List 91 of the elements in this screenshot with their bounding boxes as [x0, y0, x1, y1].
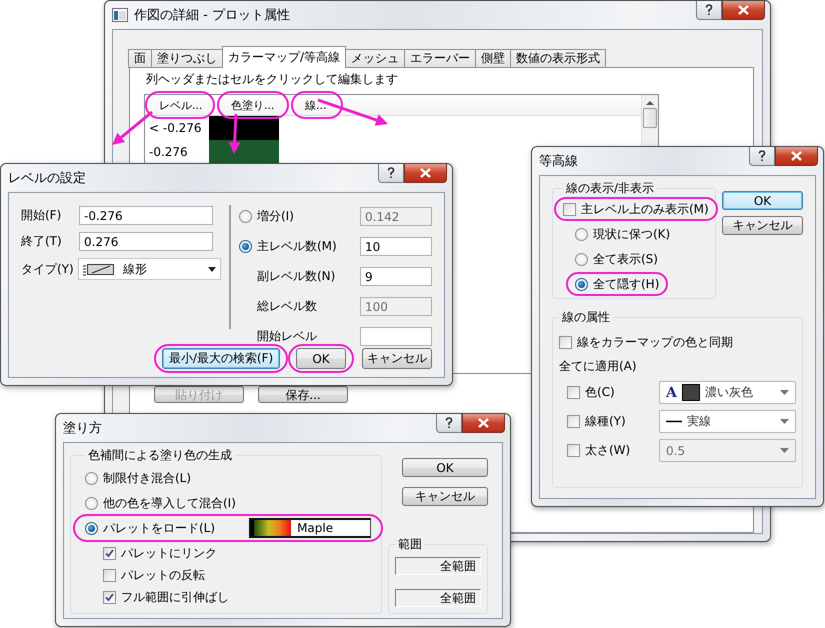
checkbox[interactable]: フル範囲に引伸ばし — [103, 587, 372, 607]
pointer-arrow — [228, 114, 241, 154]
find-min-max-button[interactable]: 最小/最大の検索(F) — [162, 348, 280, 369]
pointer-arrow — [318, 98, 388, 126]
tab[interactable]: エラーバー — [404, 49, 476, 68]
dialog-title: 塗り方 — [63, 420, 103, 437]
checkbox[interactable]: パレットの反転 — [103, 565, 372, 585]
checkmark-icon — [105, 548, 114, 558]
close-button[interactable] — [722, 1, 765, 20]
tab[interactable]: カラーマップ/等高線 — [222, 46, 346, 68]
palette-dropdown[interactable]: Maple — [249, 518, 372, 538]
line-type-dropdown[interactable]: 実線 — [659, 410, 796, 433]
ok-button[interactable]: OK — [296, 348, 346, 369]
type-dropdown[interactable]: 線形 — [78, 258, 221, 280]
hint-text: 列ヘッダまたはセルをクリックして編集します — [145, 71, 399, 88]
checkbox[interactable]: パレットにリンク — [103, 543, 372, 563]
number-field[interactable]: 9 — [360, 267, 432, 286]
field-label: 総レベル数 — [256, 298, 318, 315]
dialog-title: 等高線 — [539, 153, 579, 170]
ok-button[interactable]: OK — [402, 458, 488, 477]
radio-button[interactable]: 他の色を導入して混合(I) — [85, 493, 236, 513]
group-title: 線の表示/非表示 — [565, 180, 656, 197]
save-button[interactable]: 保存... — [258, 386, 348, 403]
number-field[interactable]: 0.276 — [79, 232, 213, 251]
checkbox[interactable]: 線種(Y) — [567, 412, 659, 432]
close-icon — [791, 151, 802, 161]
column-header[interactable]: 線... — [301, 95, 333, 115]
tab[interactable]: 塗りつぶし — [151, 49, 223, 68]
column-header[interactable]: 色塗り... — [227, 95, 279, 115]
group-title: 範囲 — [397, 536, 423, 553]
tab[interactable]: メッシュ — [345, 49, 406, 68]
radio-button[interactable]: 主レベル数(M) — [239, 237, 360, 256]
close-button[interactable] — [404, 164, 447, 183]
dropdown-arrow-icon — [780, 448, 789, 453]
scroll-up-icon[interactable] — [646, 100, 654, 106]
radio-button[interactable]: 全て表示(S) — [575, 251, 658, 267]
column-header[interactable]: レベル... — [155, 95, 205, 115]
field-label: タイプ(Y) — [21, 260, 75, 278]
level-cell-text: -0.276 — [148, 144, 189, 161]
field-label: 開始(F) — [21, 207, 62, 224]
help-button[interactable] — [378, 164, 404, 183]
dropdown-arrow-icon — [780, 390, 789, 395]
help-button[interactable] — [696, 1, 722, 20]
range-field[interactable]: 全範囲 — [395, 557, 481, 575]
help-icon — [705, 4, 713, 16]
cancel-button[interactable]: キャンセル — [722, 216, 803, 235]
window-title: 作図の詳細 - プロット属性 — [134, 7, 291, 24]
checkmark-icon — [105, 592, 114, 602]
dropdown-arrow-icon — [780, 419, 789, 424]
dialog-title: レベルの設定 — [8, 170, 87, 187]
group-title: 色補間による塗り色の生成 — [87, 447, 233, 464]
tab[interactable]: 面 — [128, 49, 152, 68]
checkbox[interactable]: 線をカラーマップの色と同期 — [559, 332, 796, 352]
cancel-button[interactable]: キャンセル — [402, 487, 488, 506]
color-dropdown[interactable]: A 濃い灰色 — [659, 381, 796, 404]
tab[interactable]: 数値の表示形式 — [510, 49, 606, 68]
scrollbar-thumb[interactable] — [643, 108, 657, 128]
group-title: 線の属性 — [561, 309, 611, 326]
field-label: 終了(T) — [21, 233, 63, 250]
help-icon — [758, 150, 766, 162]
number-field[interactable] — [360, 327, 432, 346]
apply-all-label: 全てに適用(A) — [559, 358, 638, 375]
close-icon — [738, 5, 749, 15]
close-icon — [478, 418, 489, 428]
ok-button[interactable]: OK — [722, 191, 803, 210]
checkbox[interactable]: 主レベル上のみ表示(M) — [563, 201, 709, 217]
range-field[interactable]: 全範囲 — [395, 589, 481, 607]
tab[interactable]: 側壁 — [475, 49, 512, 68]
level-cell-text: < -0.276 — [148, 120, 203, 137]
number-field[interactable]: 10 — [360, 237, 432, 256]
linear-scale-icon — [82, 262, 115, 276]
checkbox[interactable]: 色(C) — [567, 382, 659, 402]
number-field[interactable]: -0.276 — [79, 206, 213, 225]
cancel-button[interactable]: キャンセル — [362, 348, 432, 369]
window-icon — [112, 8, 128, 22]
close-icon — [420, 168, 431, 178]
help-icon — [387, 167, 395, 179]
radio-button[interactable]: パレットをロード(L) — [85, 518, 216, 538]
radio-button[interactable]: 全て隠す(H) — [575, 276, 660, 292]
help-button[interactable] — [749, 147, 775, 166]
radio-button[interactable]: 現状に保つ(K) — [575, 226, 670, 242]
field-label: 副レベル数(N) — [256, 268, 336, 285]
radio-button[interactable]: 制限付き混合(L) — [85, 468, 192, 488]
close-button[interactable] — [462, 414, 505, 433]
help-button[interactable] — [436, 414, 462, 433]
help-icon — [445, 417, 453, 429]
solid-line-icon — [666, 420, 682, 423]
palette-gradient — [251, 520, 292, 536]
close-button[interactable] — [775, 147, 818, 166]
field-label: 開始レベル — [256, 328, 318, 345]
dropdown-arrow-icon — [208, 266, 216, 272]
